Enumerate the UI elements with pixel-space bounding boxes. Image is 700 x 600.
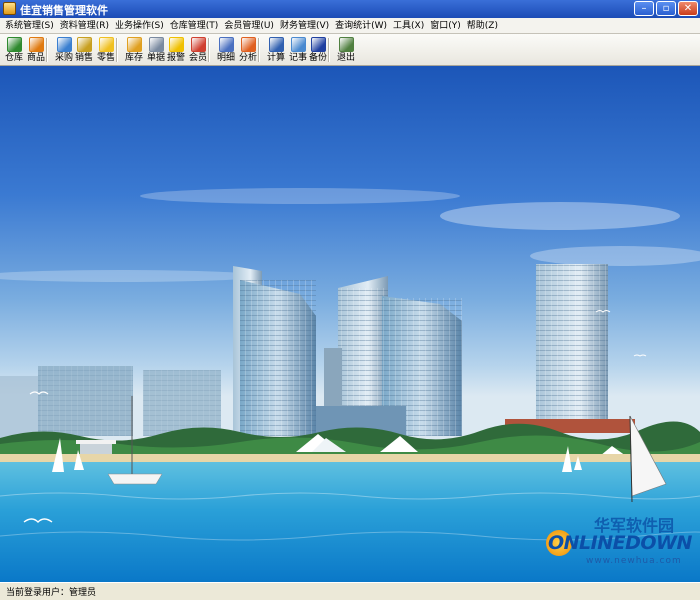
- minimize-button[interactable]: –: [634, 1, 654, 16]
- background-image: [0, 188, 700, 582]
- toolbar-member-label: 会员: [188, 53, 207, 63]
- toolbar-alert-button[interactable]: 报警: [164, 36, 188, 64]
- restore-button[interactable]: ▫: [656, 1, 676, 16]
- toolbar-detail-button[interactable]: 明细: [214, 36, 238, 64]
- toolbar-alert-label: 报警: [166, 53, 185, 63]
- watermark: 华军软件园 ONLINEDOWN www.newhua.com: [546, 512, 696, 578]
- detail-list-icon: [218, 37, 234, 52]
- toolbar-backup-button[interactable]: 备份: [306, 36, 330, 64]
- menu-window[interactable]: 窗口(Y): [427, 18, 464, 34]
- menu-tools[interactable]: 工具(X): [390, 18, 427, 34]
- alert-warning-icon: [168, 37, 184, 52]
- toolbar: 仓库 商品 采购 销售 零售 库存 单据 报警 会员 明细 分析 计算 记事 备份 退出: [0, 34, 700, 66]
- close-button[interactable]: ✕: [678, 1, 698, 16]
- calculator-icon: [268, 37, 284, 52]
- notes-icon: [290, 37, 306, 52]
- analysis-chart-icon: [240, 37, 256, 52]
- watermark-url: www.newhua.com: [586, 556, 682, 566]
- toolbar-calculator-label: 计算: [266, 53, 285, 63]
- menu-system[interactable]: 系统管理(S): [2, 18, 57, 34]
- toolbar-member-button[interactable]: 会员: [186, 36, 210, 64]
- menu-data[interactable]: 资料管理(R): [57, 18, 112, 34]
- toolbar-analysis-button[interactable]: 分析: [236, 36, 260, 64]
- sales-icon: [76, 37, 92, 52]
- toolbar-stock-label: 库存: [124, 53, 143, 63]
- stock-icon: [126, 37, 142, 52]
- watermark-en: ONLINEDOWN: [548, 532, 692, 554]
- toolbar-detail-label: 明细: [216, 53, 235, 63]
- menu-bar: 系统管理(S) 资料管理(R) 业务操作(S) 仓库管理(T) 会员管理(U) 财务管理(…: [0, 18, 700, 34]
- title-bar: 佳宜销售管理软件 – ▫ ✕: [0, 0, 700, 18]
- menu-help[interactable]: 帮助(Z): [464, 18, 501, 34]
- toolbar-goods-label: 商品: [26, 53, 45, 63]
- retail-smiley-icon: [98, 37, 114, 52]
- menu-business[interactable]: 业务操作(S): [112, 18, 167, 34]
- window-controls: – ▫ ✕: [634, 1, 698, 17]
- toolbar-stock-button[interactable]: 库存: [122, 36, 146, 64]
- menu-warehouse[interactable]: 仓库管理(T): [167, 18, 222, 34]
- toolbar-exit-button[interactable]: 退出: [334, 36, 358, 64]
- exit-door-icon: [338, 37, 354, 52]
- toolbar-analysis-label: 分析: [238, 53, 257, 63]
- document-icon: [148, 37, 164, 52]
- toolbar-purchase-label: 采购: [54, 53, 73, 63]
- window-title: 佳宜销售管理软件: [20, 4, 108, 17]
- toolbar-sales-button[interactable]: 销售: [72, 36, 96, 64]
- current-user-status: 当前登录用户：管理员: [6, 588, 97, 598]
- main-workspace: 华军软件园 ONLINEDOWN www.newhua.com: [0, 66, 700, 582]
- toolbar-sales-label: 销售: [74, 53, 93, 63]
- purchase-icon: [56, 37, 72, 52]
- toolbar-exit-label: 退出: [336, 53, 355, 63]
- toolbar-documents-label: 单据: [146, 53, 165, 63]
- toolbar-calculator-button[interactable]: 计算: [264, 36, 288, 64]
- toolbar-warehouse-button[interactable]: 仓库: [2, 36, 26, 64]
- toolbar-backup-label: 备份: [308, 53, 327, 63]
- toolbar-warehouse-label: 仓库: [4, 53, 23, 63]
- menu-query[interactable]: 查询统计(W): [332, 18, 390, 34]
- warehouse-icon: [6, 37, 22, 52]
- status-bar: 当前登录用户：管理员: [0, 582, 700, 600]
- toolbar-retail-label: 零售: [96, 53, 115, 63]
- toolbar-retail-button[interactable]: 零售: [94, 36, 118, 64]
- app-icon: [3, 2, 16, 15]
- member-icon: [190, 37, 206, 52]
- backup-disk-icon: [310, 37, 326, 52]
- menu-member[interactable]: 会员管理(U): [221, 18, 277, 34]
- toolbar-notes-label: 记事: [288, 53, 307, 63]
- menu-finance[interactable]: 财务管理(V): [277, 18, 332, 34]
- goods-box-icon: [28, 37, 44, 52]
- toolbar-goods-button[interactable]: 商品: [24, 36, 48, 64]
